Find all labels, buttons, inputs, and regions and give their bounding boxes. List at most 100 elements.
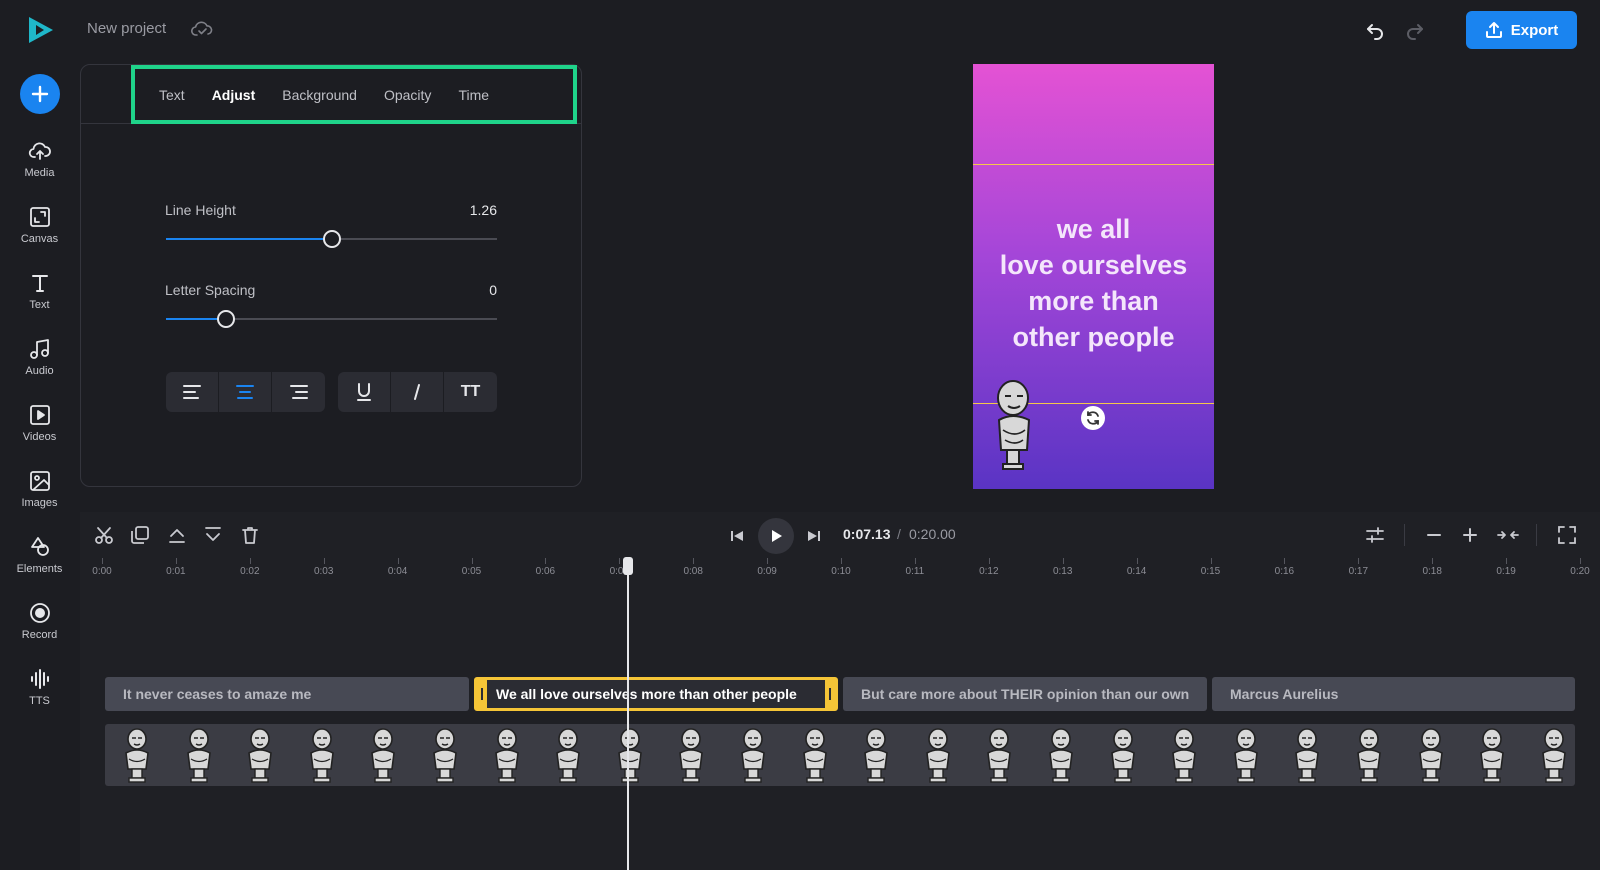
undo-icon[interactable] <box>1363 18 1387 42</box>
add-button[interactable] <box>20 74 60 114</box>
ruler-tick <box>323 558 325 564</box>
uppercase-button[interactable]: TT <box>444 372 497 412</box>
sidebar-item-label: Text <box>29 299 50 311</box>
ruler-label: 0:12 <box>979 566 999 577</box>
text-clip[interactable]: But care more about THEIR opinion than o… <box>843 677 1207 711</box>
app-logo-icon[interactable] <box>24 14 56 46</box>
tab-text[interactable]: Text <box>159 87 185 103</box>
text-clip-selected[interactable]: We all love ourselves more than other pe… <box>474 677 838 711</box>
sidebar-item-elements[interactable]: Elements <box>0 535 79 591</box>
text-clip[interactable]: It never ceases to amaze me <box>105 677 469 711</box>
video-thumbnail <box>550 728 586 784</box>
ruler-label: 0:09 <box>757 566 777 577</box>
play-icon <box>772 530 782 542</box>
rotate-handle[interactable] <box>1081 406 1105 430</box>
sidebar-item-label: Record <box>21 629 58 641</box>
align-center-button[interactable] <box>219 372 272 412</box>
split-button[interactable] <box>92 523 116 547</box>
timeline-settings-button[interactable] <box>1363 523 1387 547</box>
line-height-value: 1.26 <box>469 202 497 218</box>
statue-sticker[interactable] <box>991 380 1041 472</box>
text-clip[interactable]: Marcus Aurelius <box>1212 677 1575 711</box>
tab-opacity[interactable]: Opacity <box>384 87 431 103</box>
video-thumbnail <box>1351 728 1387 784</box>
current-time: 0:07.13 <box>843 526 891 542</box>
ruler-label: 0:10 <box>831 566 851 577</box>
bring-forward-button[interactable] <box>165 523 189 547</box>
align-left-button[interactable] <box>166 372 219 412</box>
skip-forward-button[interactable] <box>802 524 826 548</box>
text-icon <box>28 271 52 295</box>
clip-label: It never ceases to amaze me <box>123 686 312 702</box>
ruler-label: 0:18 <box>1422 566 1442 577</box>
letter-spacing-slider[interactable] <box>166 310 497 328</box>
preview-line: love ourselves <box>999 250 1188 280</box>
sidebar-item-text[interactable]: Text <box>0 271 79 327</box>
align-left-icon <box>183 385 201 399</box>
sidebar-item-label: Canvas <box>20 233 59 245</box>
italic-button[interactable] <box>391 372 444 412</box>
plus-icon <box>1463 528 1477 542</box>
tab-time[interactable]: Time <box>458 87 489 103</box>
ruler-label: 0:00 <box>92 566 112 577</box>
ruler-tick <box>1580 558 1581 564</box>
sidebar-item-images[interactable]: Images <box>0 469 79 525</box>
sidebar-item-audio[interactable]: Audio <box>0 337 79 393</box>
project-title[interactable]: New project <box>87 20 166 37</box>
slider-knob[interactable] <box>217 310 235 328</box>
skip-back-button[interactable] <box>725 524 749 548</box>
line-height-slider[interactable] <box>166 230 497 248</box>
send-backward-button[interactable] <box>201 523 225 547</box>
alignment-group <box>166 372 325 412</box>
ruler-label: 0:01 <box>166 566 186 577</box>
sidebar-item-canvas[interactable]: Canvas <box>0 205 79 261</box>
video-thumbnail <box>1043 728 1079 784</box>
align-center-icon <box>236 385 254 399</box>
delete-button[interactable] <box>238 523 262 547</box>
sidebar-item-tts[interactable]: TTS <box>0 667 79 723</box>
rotate-icon <box>1087 411 1099 425</box>
fit-timeline-button[interactable] <box>1496 523 1520 547</box>
sidebar-item-media[interactable]: Media <box>0 139 79 195</box>
letter-spacing-label: Letter Spacing <box>165 282 256 298</box>
fullscreen-button[interactable] <box>1555 523 1579 547</box>
clip-trim-handle-left[interactable] <box>477 680 487 708</box>
clip-label: But care more about THEIR opinion than o… <box>861 686 1190 702</box>
video-thumbnail <box>735 728 771 784</box>
underline-button[interactable] <box>338 372 391 412</box>
duplicate-button[interactable] <box>128 523 152 547</box>
time-ruler[interactable]: 0:00 0:01 0:02 0:03 0:04 0:05 0:06 0:07 0:08 0:09… <box>80 558 1600 582</box>
video-thumbnail <box>242 728 278 784</box>
play-button[interactable] <box>758 518 794 554</box>
align-right-button[interactable] <box>272 372 325 412</box>
preview-text[interactable]: we all love ourselves more than other pe… <box>973 211 1214 355</box>
slider-knob[interactable] <box>323 230 341 248</box>
zoom-out-button[interactable] <box>1422 523 1446 547</box>
tab-adjust[interactable]: Adjust <box>212 87 256 103</box>
redo-icon[interactable] <box>1403 18 1427 42</box>
italic-icon <box>414 384 420 400</box>
video-track[interactable] <box>105 724 1575 786</box>
video-thumbnail <box>858 728 894 784</box>
underline-icon <box>357 383 371 401</box>
ruler-tick <box>175 558 177 564</box>
playhead-handle[interactable] <box>623 557 633 575</box>
ruler-tick <box>914 558 916 564</box>
text-style-group: TT <box>338 372 497 412</box>
ruler-tick <box>767 558 769 564</box>
video-thumbnail <box>1474 728 1510 784</box>
zoom-in-button[interactable] <box>1458 523 1482 547</box>
adjust-icon <box>1366 527 1384 543</box>
sidebar-item-videos[interactable]: Videos <box>0 403 79 459</box>
video-preview[interactable]: we all love ourselves more than other pe… <box>973 64 1214 489</box>
ruler-tick <box>841 558 842 564</box>
align-right-icon <box>289 385 308 399</box>
clip-trim-handle-right[interactable] <box>825 680 835 708</box>
sidebar-item-record[interactable]: Record <box>0 601 79 657</box>
export-button[interactable]: Export <box>1466 11 1577 49</box>
scissors-icon <box>95 527 113 544</box>
ruler-label: 0:04 <box>387 566 408 577</box>
video-thumbnail <box>427 728 463 784</box>
tab-background[interactable]: Background <box>282 87 357 103</box>
ruler-label: 0:15 <box>1200 566 1221 577</box>
